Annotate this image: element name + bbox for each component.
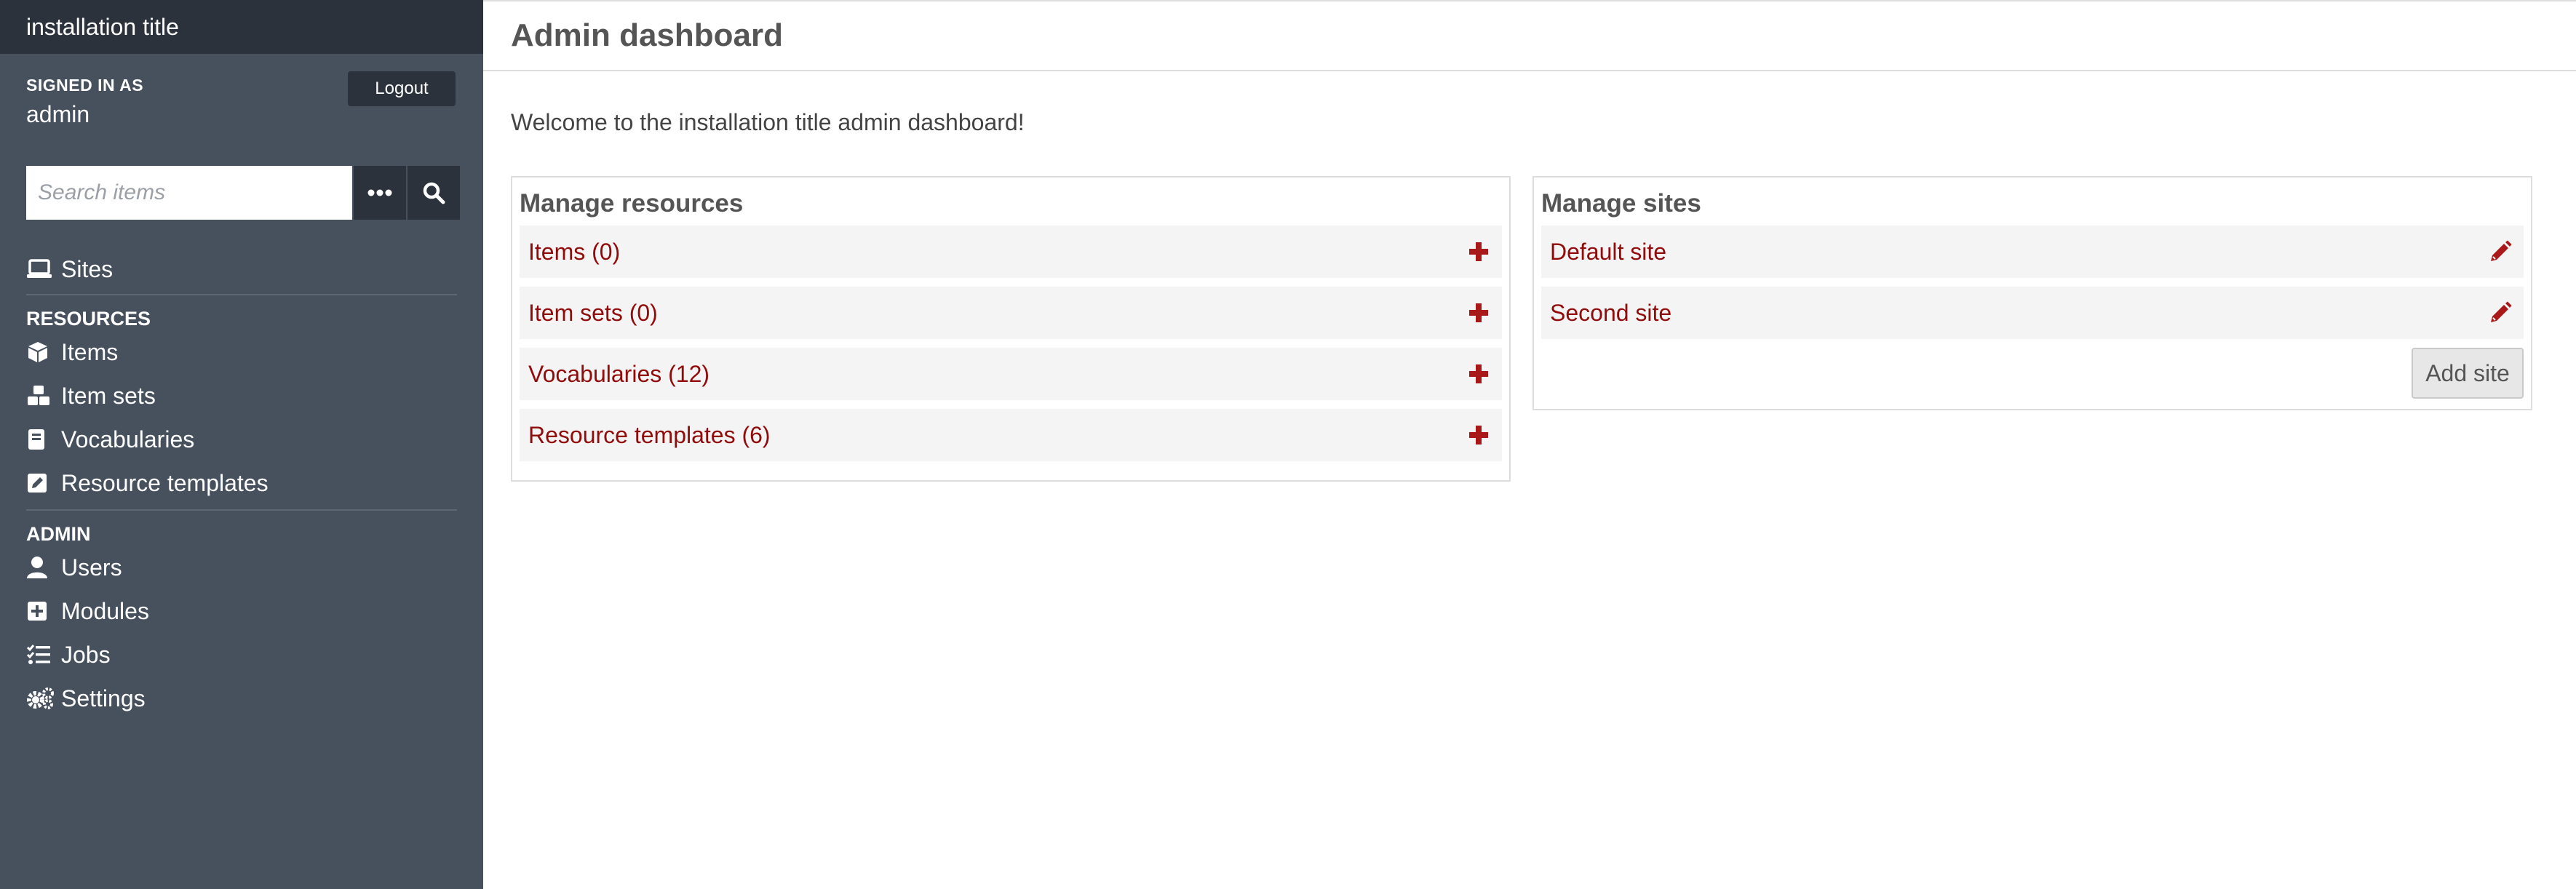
sidebar-item-modules[interactable]: Modules [0, 589, 483, 633]
sidebar-item-label: Vocabularies [61, 426, 195, 453]
main-content: Admin dashboard Welcome to the installat… [483, 0, 2576, 889]
welcome-message: Welcome to the installation title admin … [511, 109, 1025, 135]
plus-square-icon [26, 600, 61, 622]
sidebar-item-label: Jobs [61, 641, 111, 668]
resource-row-resource-templates[interactable]: Resource templates (6) [520, 409, 1502, 461]
sidebar-item-resource-templates[interactable]: Resource templates [0, 461, 483, 505]
resource-row-items[interactable]: Items (0) [520, 226, 1502, 278]
page-header: Admin dashboard [483, 0, 2576, 71]
admin-heading: ADMIN [26, 523, 91, 545]
tasks-icon [26, 644, 61, 666]
sidebar-item-label: Modules [61, 597, 149, 624]
cubes-icon [26, 384, 61, 407]
resource-row-item-sets[interactable]: Item sets (0) [520, 287, 1502, 339]
add-icon[interactable] [1464, 298, 1493, 327]
page-title: Admin dashboard [511, 17, 784, 53]
advanced-search-button[interactable] [354, 166, 406, 220]
sidebar-item-label: Item sets [61, 382, 156, 409]
sidebar-item-settings[interactable]: Settings [0, 677, 483, 720]
installation-title[interactable]: installation title [0, 0, 483, 54]
sidebar-item-label: Items [61, 338, 119, 365]
pencil-icon[interactable] [2486, 237, 2515, 266]
edit-square-icon [26, 472, 61, 494]
manage-resources-panel: Manage resources Items (0) Item sets (0)… [511, 176, 1511, 482]
resource-row-vocabularies[interactable]: Vocabularies (12) [520, 348, 1502, 400]
laptop-icon [26, 259, 61, 279]
sidebar-item-items[interactable]: Items [0, 330, 483, 374]
site-link[interactable]: Second site [1550, 300, 1671, 327]
site-row-second[interactable]: Second site [1541, 287, 2524, 339]
sidebar-item-label: Resource templates [61, 469, 269, 496]
site-row-default[interactable]: Default site [1541, 226, 2524, 278]
logout-button[interactable]: Logout [348, 71, 456, 106]
sidebar: installation title SIGNED IN AS admin Lo… [0, 0, 483, 889]
manage-resources-title: Manage resources [520, 189, 744, 218]
add-icon[interactable] [1464, 420, 1493, 450]
sidebar-item-sites[interactable]: Sites [0, 247, 483, 291]
manage-sites-title: Manage sites [1541, 189, 1701, 218]
add-icon[interactable] [1464, 237, 1493, 266]
resource-link[interactable]: Resource templates (6) [528, 422, 771, 449]
search-icon [423, 182, 445, 204]
resources-heading: RESOURCES [26, 308, 151, 330]
add-site-button[interactable]: Add site [2412, 348, 2524, 399]
ellipsis-icon [367, 189, 392, 196]
search-form [26, 166, 460, 220]
sidebar-item-item-sets[interactable]: Item sets [0, 374, 483, 418]
sidebar-item-users[interactable]: Users [0, 546, 483, 589]
resource-link[interactable]: Items (0) [528, 239, 620, 266]
manage-sites-panel: Manage sites Default site Second site Ad… [1533, 176, 2532, 410]
site-link[interactable]: Default site [1550, 239, 1666, 266]
sidebar-item-vocabularies[interactable]: Vocabularies [0, 418, 483, 461]
add-icon[interactable] [1464, 359, 1493, 388]
pencil-icon[interactable] [2486, 298, 2515, 327]
user-block: SIGNED IN AS admin Logout [0, 54, 483, 134]
resource-link[interactable]: Item sets (0) [528, 300, 658, 327]
cogs-icon [26, 687, 61, 710]
sidebar-item-label: Settings [61, 685, 146, 711]
cube-icon [26, 340, 61, 364]
sidebar-item-label: Users [61, 554, 122, 581]
sidebar-item-label: Sites [61, 255, 114, 282]
user-icon [26, 556, 61, 579]
resource-link[interactable]: Vocabularies (12) [528, 361, 709, 388]
sidebar-item-jobs[interactable]: Jobs [0, 633, 483, 677]
book-icon [26, 428, 61, 451]
search-button[interactable] [408, 166, 460, 220]
sidebar-nav: Sites RESOURCES Items Item sets Vocabula… [0, 247, 483, 720]
search-input[interactable] [26, 166, 352, 220]
